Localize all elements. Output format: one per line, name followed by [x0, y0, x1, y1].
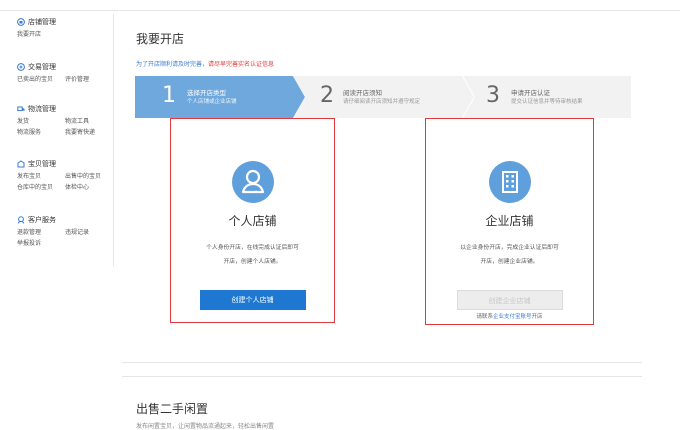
goods-icon [17, 160, 25, 168]
notice-red[interactable]: 请尽早完善实名认证信息 [208, 61, 274, 68]
personal-store-title: 个人店铺 [228, 214, 277, 228]
notice-text: 为了开店顺利请及时完善，请尽早完善实名认证信息 [136, 59, 274, 68]
notice-blue[interactable]: 为了开店顺利请及时完善， [136, 61, 208, 68]
hint-prefix: 请联系 [476, 314, 493, 320]
sidebar-item-on-sale[interactable]: 出售中的宝贝 [65, 171, 101, 180]
step-3-number: 3 [486, 83, 500, 108]
enterprise-store-desc-2: 开店，创建企业店铺。 [480, 259, 539, 265]
sidebar: 店铺管理 我要开店 交易管理 已卖出的宝贝 评价管理 物流管理 发货 物流工具 … [17, 14, 114, 266]
sidebar-item-ship[interactable]: 发货 [17, 116, 65, 125]
sidebar-item-sold[interactable]: 已卖出的宝贝 [17, 74, 65, 83]
sidebar-item-open-store[interactable]: 我要开店 [17, 29, 65, 38]
sidebar-item-refund[interactable]: 退款管理 [17, 227, 65, 236]
step-2-title: 阅读开店须知 [343, 89, 382, 97]
sidebar-group-goods: 宝贝管理 发布宝贝 出售中的宝贝 仓库中的宝贝 体检中心 [17, 158, 113, 192]
step-1-title: 选择开店类型 [187, 89, 226, 97]
sidebar-group-title: 宝贝管理 [28, 160, 56, 168]
logistics-icon [17, 105, 25, 113]
enterprise-store-hint: 请联系企业支付宝账号开店 [426, 312, 593, 320]
create-enterprise-store-button[interactable]: 创建企业店铺 [456, 290, 563, 310]
step-3-title: 申请开店认证 [511, 89, 550, 97]
section-divider [122, 362, 642, 363]
step-2-number: 2 [320, 83, 334, 108]
sidebar-group-title: 客户服务 [28, 216, 56, 224]
step-2-desc: 请仔细阅读开店须知并遵守规定 [343, 99, 421, 105]
personal-store-desc-1: 个人身份开店，在线完成认证后即可 [206, 245, 299, 251]
sidebar-item-express[interactable]: 我要寄快递 [65, 127, 95, 136]
sidebar-group-title: 物流管理 [28, 105, 56, 113]
sidebar-group-title: 店铺管理 [28, 18, 56, 26]
enterprise-alipay-link[interactable]: 企业支付宝账号 [493, 314, 532, 320]
sidebar-group-service: 客户服务 退款管理 违规记录 举报投诉 [17, 214, 113, 248]
sidebar-item-violations[interactable]: 违规记录 [65, 227, 89, 236]
enterprise-store-card: 企业店铺 以企业身份开店，完成企业认证后即可 开店，创建企业店铺。 创建企业店铺… [425, 118, 594, 325]
sidebar-group-trade: 交易管理 已卖出的宝贝 评价管理 [17, 61, 113, 84]
sidebar-item-logistics-service[interactable]: 物流服务 [17, 127, 65, 136]
person-icon [231, 161, 274, 203]
step-2: 2 阅读开店须知 请仔细阅读开店须知并遵守规定 [293, 76, 475, 118]
enterprise-store-desc-1: 以企业身份开店，完成企业认证后即可 [460, 245, 559, 251]
step-1: 1 选择开店类型 个人店铺或企业店铺 [135, 76, 305, 118]
step-1-desc: 个人店铺或企业店铺 [187, 99, 237, 105]
sell-used-title: 出售二手闲置 [136, 402, 209, 416]
store-icon [17, 18, 25, 26]
sidebar-group-title: 交易管理 [28, 63, 56, 71]
personal-store-card: 个人店铺 个人身份开店，在线完成认证后即可 开店，创建个人店铺。 创建个人店铺 [170, 118, 335, 323]
service-icon [17, 216, 25, 224]
top-divider [0, 10, 680, 11]
create-personal-store-button[interactable]: 创建个人店铺 [199, 290, 306, 310]
sidebar-item-publish[interactable]: 发布宝贝 [17, 171, 65, 180]
building-icon [488, 161, 531, 203]
section-divider [122, 376, 642, 377]
hint-suffix: 开店 [531, 314, 543, 320]
sidebar-group-logistics: 物流管理 发货 物流工具 物流服务 我要寄快递 [17, 103, 113, 137]
enterprise-store-title: 企业店铺 [485, 214, 534, 228]
page-title: 我要开店 [136, 32, 185, 46]
sidebar-item-logistics-tools[interactable]: 物流工具 [65, 116, 89, 125]
trade-icon [17, 63, 25, 71]
sell-used-desc: 发布闲置宝贝，让闲置物品流通起来，轻松出售闲置 [136, 423, 275, 430]
sidebar-item-checkup[interactable]: 体检中心 [65, 182, 89, 191]
personal-store-desc-2: 开店，创建个人店铺。 [223, 259, 282, 265]
sidebar-item-complaints[interactable]: 举报投诉 [17, 238, 65, 247]
step-progress: 1 选择开店类型 个人店铺或企业店铺 2 阅读开店须知 请仔细阅读开店须知并遵守… [135, 76, 631, 118]
step-3: 3 申请开店认证 提交认证信息并等待审核结果 [463, 76, 631, 118]
sidebar-item-warehouse[interactable]: 仓库中的宝贝 [17, 182, 65, 191]
step-1-number: 1 [162, 83, 176, 108]
sidebar-group-store: 店铺管理 我要开店 [17, 16, 113, 39]
step-3-desc: 提交认证信息并等待审核结果 [511, 99, 583, 105]
sidebar-item-reviews[interactable]: 评价管理 [65, 74, 89, 83]
